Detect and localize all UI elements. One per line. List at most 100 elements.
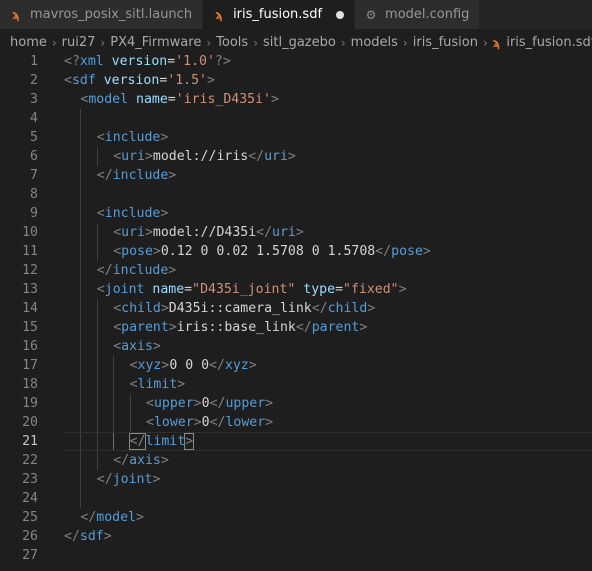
breadcrumb-item[interactable]: Tools	[216, 35, 248, 50]
syntax-token-bracket: >	[152, 339, 161, 354]
code-text: </include>	[97, 166, 176, 185]
line-number: 24	[22, 491, 38, 506]
code-line[interactable]: 20 <lower>0</lower>	[0, 413, 592, 432]
code-text: <include>	[97, 128, 168, 147]
syntax-token-tag: include	[104, 206, 161, 221]
code-line[interactable]: 25 </model>	[0, 508, 592, 527]
syntax-token-bracket: >	[295, 225, 304, 240]
code-line[interactable]: 15 <parent>iris::base_link</parent>	[0, 318, 592, 337]
line-number: 25	[22, 510, 38, 525]
code-line[interactable]: 7 </include>	[0, 166, 592, 185]
syntax-token-bracket: >	[206, 73, 215, 88]
code-line[interactable]: 19 <upper>0</upper>	[0, 394, 592, 413]
breadcrumb-item[interactable]: models	[351, 35, 398, 50]
syntax-token-bracket: <	[113, 301, 122, 316]
syntax-token-attr: version	[111, 54, 168, 69]
code-line[interactable]: 24	[0, 489, 592, 508]
chevron-right-icon: ›	[340, 35, 346, 50]
code-line[interactable]: 4	[0, 109, 592, 128]
indent-guide	[113, 375, 115, 394]
line-number: 3	[30, 92, 38, 107]
text-cursor	[193, 432, 195, 448]
indent-guide	[80, 489, 82, 508]
breadcrumb-item[interactable]: sitl_gazebo	[263, 35, 336, 50]
chevron-right-icon: ›	[253, 35, 258, 50]
line-number: 10	[22, 225, 38, 240]
syntax-token-bracket: </	[311, 301, 328, 316]
code-line[interactable]: 11 <pose>0.12 0 0.02 1.5708 0 1.5708</pos…	[0, 242, 592, 261]
code-line[interactable]: 22 </axis>	[0, 451, 592, 470]
syntax-token-tag: pose	[391, 244, 423, 259]
breadcrumb-item[interactable]: home	[10, 35, 47, 50]
code-line[interactable]: 6 <uri>model://iris</uri>	[0, 147, 592, 166]
code-line[interactable]: 12 </include>	[0, 261, 592, 280]
syntax-token-bracket: </	[209, 358, 225, 373]
code-line[interactable]: 5 <include>	[0, 128, 592, 147]
code-line[interactable]: 14 <child>D435i::camera_link</child>	[0, 299, 592, 318]
code-line[interactable]: 13 <joint name="D435i_joint" type="fixed"…	[0, 280, 592, 299]
code-line[interactable]: 16 <axis>	[0, 337, 592, 356]
syntax-token-bracket: <	[113, 320, 122, 335]
syntax-token-tag: uri	[121, 225, 145, 240]
breadcrumb-item[interactable]: iris_fusion.sdf	[506, 35, 592, 50]
line-number: 27	[22, 548, 38, 563]
syntax-token-text: model://iris	[152, 149, 249, 164]
indent-guide	[80, 318, 82, 337]
code-line[interactable]: 27	[0, 546, 592, 565]
syntax-token-tag: model	[96, 510, 136, 525]
line-number: 26	[22, 529, 38, 544]
chevron-right-icon: ›	[100, 35, 106, 50]
line-number: 9	[30, 206, 38, 221]
syntax-token-bracket: >	[359, 320, 368, 335]
code-line[interactable]: 2 <sdf version='1.5'>	[0, 71, 592, 90]
tab-iris-fusion-sdf[interactable]: ϡ iris_fusion.sdf	[203, 0, 356, 29]
chevron-right-icon: ›	[206, 35, 212, 50]
indent-guide	[80, 280, 82, 299]
line-number: 7	[30, 168, 38, 183]
indent-guide	[96, 337, 98, 356]
indent-guide	[96, 432, 98, 451]
indent-guide	[80, 147, 82, 166]
syntax-token-text: 0.12 0 0.02 1.5708 0 1.5708	[160, 244, 376, 259]
code-line[interactable]: 9 <include>	[0, 204, 592, 223]
code-line[interactable]: 23 </joint>	[0, 470, 592, 489]
syntax-token-bracket: <	[96, 130, 105, 145]
line-number: 5	[30, 130, 38, 145]
rss-icon: ϡ	[12, 7, 20, 22]
code-line[interactable]: 8	[0, 185, 592, 204]
syntax-token-tag: lower	[153, 415, 194, 430]
breadcrumb-item[interactable]: PX4_Firmware	[110, 35, 201, 50]
code-line[interactable]: 17 <xyz>0 0 0</xyz>	[0, 356, 592, 375]
indent-guide	[80, 128, 82, 147]
tab-label: model.config	[385, 7, 470, 22]
code-text: <model name='iris_D435i'>	[80, 90, 279, 109]
syntax-token-attr: name	[136, 92, 168, 107]
syntax-token-text: iris::base_link	[176, 320, 296, 335]
syntax-token-bracket: <	[113, 339, 122, 354]
indent-guide	[96, 147, 98, 166]
breadcrumb-item[interactable]: iris_fusion	[413, 35, 478, 50]
code-line[interactable]: 18 <limit>	[0, 375, 592, 394]
breadcrumb-item[interactable]: rui27	[62, 35, 96, 50]
code-editor[interactable]: 1 <?xml version='1.0'?> 2 <sdf version='1.5…	[0, 52, 592, 571]
code-line[interactable]: 10 <uri>model://D435i</uri>	[0, 223, 592, 242]
indent-guide	[96, 318, 98, 337]
gear-icon: ⚙	[365, 7, 377, 22]
unsaved-dot-icon[interactable]	[336, 10, 345, 19]
indent-guide	[80, 166, 82, 185]
syntax-token-tag: xyz	[224, 358, 249, 373]
syntax-token-tag: axis	[129, 453, 161, 468]
syntax-token-tag: child	[327, 301, 368, 316]
indent-guide	[96, 375, 98, 394]
code-line[interactable]: 21 </limit>	[0, 432, 592, 451]
code-line[interactable]: 26 </sdf>	[0, 527, 592, 546]
tab-mavros-posix-sitl-launch[interactable]: ϡ mavros_posix_sitl.launch	[0, 0, 204, 29]
code-line[interactable]: 1 <?xml version='1.0'?>	[0, 52, 592, 71]
syntax-token-tag: include	[112, 263, 169, 278]
code-line[interactable]: 3 <model name='iris_D435i'>	[0, 90, 592, 109]
code-text: </joint>	[97, 470, 161, 489]
line-number: 21	[22, 434, 38, 449]
indent-guide	[80, 470, 82, 489]
syntax-token-bracket: <	[64, 73, 72, 88]
tab-model-config[interactable]: ⚙ model.config	[355, 0, 481, 29]
